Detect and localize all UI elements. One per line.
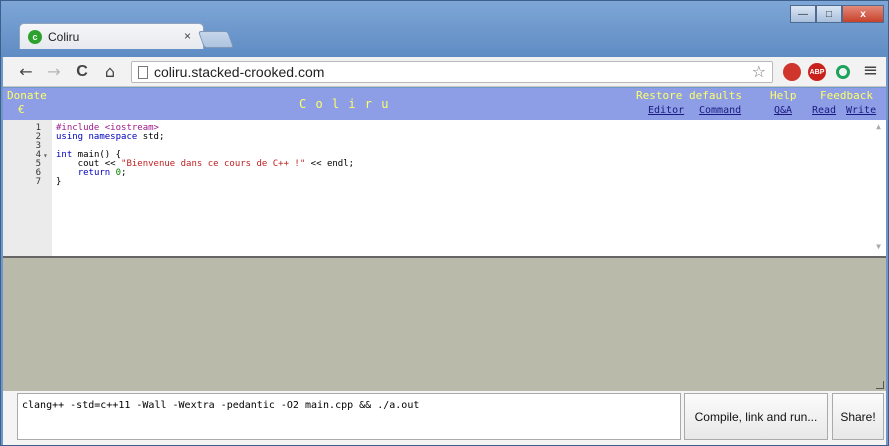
code-editor[interactable]: 1 #include <iostream> 2 using namespace std…	[3, 120, 886, 256]
output-area	[3, 256, 886, 391]
write-link[interactable]: Write	[846, 105, 876, 116]
chrome-menu-icon[interactable]: ≡	[863, 60, 878, 81]
browser-window: c Coliru × — □ x ← → C ⌂ coliru.stacked-…	[0, 0, 889, 446]
donate-label[interactable]: Donate	[7, 89, 47, 102]
reload-button[interactable]: C	[71, 61, 93, 83]
command-input[interactable]: clang++ -std=c++11 -Wall -Wextra -pedant…	[17, 393, 681, 440]
close-window-button[interactable]: x	[842, 5, 884, 23]
help-label: Help	[770, 89, 797, 102]
adblock-plus-icon[interactable]: ABP	[808, 63, 826, 81]
restore-defaults-label: Restore defaults	[636, 89, 742, 102]
green-ext-icon[interactable]	[836, 65, 850, 79]
browser-toolbar: ← → C ⌂ coliru.stacked-crooked.com ☆ ABP…	[3, 57, 886, 87]
new-tab-button[interactable]	[197, 31, 235, 48]
site-title: C o l i r u	[299, 97, 390, 111]
code-token: std;	[137, 132, 165, 142]
back-button[interactable]: ←	[15, 61, 37, 83]
opera-ext-icon[interactable]	[783, 63, 801, 81]
code-token: << endl;	[305, 159, 355, 169]
coliru-favicon-icon: c	[28, 29, 42, 44]
read-link[interactable]: Read	[812, 105, 836, 116]
qa-link[interactable]: Q&A	[774, 105, 792, 116]
code-token: return	[77, 168, 111, 178]
maximize-button[interactable]: □	[816, 5, 842, 23]
page-icon	[138, 65, 148, 79]
code-token: "Bienvenue dans ce cours de C++ !"	[121, 159, 306, 169]
code-text: return 0;	[56, 168, 127, 178]
code-token: }	[56, 177, 62, 187]
code-text: using namespace std;	[56, 133, 164, 142]
fold-arrow-icon[interactable]: ▾	[43, 151, 48, 160]
minimize-button[interactable]: —	[790, 5, 816, 23]
compile-link-run-button[interactable]: Compile, link and run...	[684, 393, 828, 440]
bookmark-star-icon[interactable]: ☆	[752, 62, 766, 81]
share-button[interactable]: Share!	[832, 393, 884, 440]
code-token: ;	[121, 168, 127, 178]
line-number: 7	[35, 177, 41, 187]
resize-handle-icon[interactable]	[876, 381, 884, 389]
code-token: using namespace	[56, 132, 138, 142]
euro-symbol[interactable]: €	[18, 103, 25, 116]
scroll-down-icon[interactable]: ▼	[876, 242, 881, 251]
command-row: clang++ -std=c++11 -Wall -Wextra -pedant…	[3, 391, 886, 445]
command-link[interactable]: Command	[699, 105, 741, 116]
tab-coliru[interactable]: c Coliru ×	[19, 23, 204, 49]
home-button[interactable]: ⌂	[99, 61, 121, 83]
forward-button[interactable]: →	[43, 61, 65, 83]
tab-title: Coliru	[48, 29, 80, 44]
feedback-label: Feedback	[820, 89, 873, 102]
code-text: }	[56, 178, 61, 187]
window-controls: — □ x	[790, 5, 884, 23]
url-text: coliru.stacked-crooked.com	[154, 64, 325, 80]
editor-link[interactable]: Editor	[648, 105, 684, 116]
address-bar[interactable]: coliru.stacked-crooked.com ☆	[131, 61, 773, 83]
scroll-up-icon[interactable]: ▲	[876, 122, 881, 131]
coliru-header: Donate € C o l i r u Restore defaults Ed…	[3, 88, 886, 120]
tab-close-icon[interactable]: ×	[184, 29, 191, 43]
title-bar: c Coliru × — □ x	[1, 1, 888, 57]
